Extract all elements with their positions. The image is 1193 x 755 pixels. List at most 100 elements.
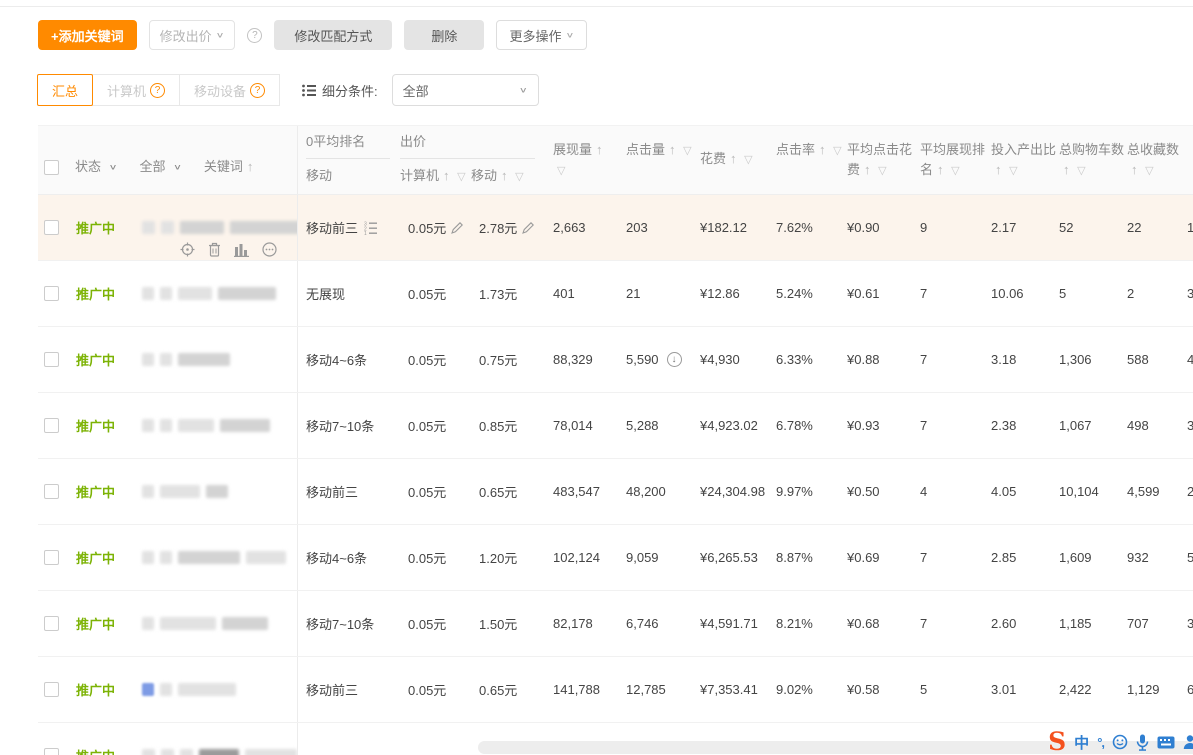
filter-funnel-icon[interactable]: ▽ — [515, 171, 523, 183]
punctuation-icon[interactable]: °, — [1097, 735, 1104, 750]
status-column-header[interactable]: 状态 ∨ — [75, 157, 117, 177]
sort-asc-icon[interactable]: ↑ — [1063, 162, 1070, 177]
total-favorites-column-header[interactable]: 总收藏数↑ ▽ — [1125, 126, 1185, 194]
avg-rank-cell: 移动7~10条 — [297, 591, 400, 656]
avg-impression-rank-cell: 7 — [912, 327, 985, 392]
filter-funnel-icon[interactable]: ▽ — [1009, 165, 1017, 177]
chevron-down-icon: ∨ — [109, 161, 118, 174]
cost-cell: ¥4,923.02 — [696, 393, 772, 458]
keyword-column-header[interactable]: 关键词↑ — [204, 157, 254, 177]
sort-asc-icon[interactable]: ↑ — [1131, 162, 1138, 177]
edit-pencil-icon[interactable] — [522, 222, 534, 234]
avg-click-cost-column-header[interactable]: 平均点击花费↑ ▽ — [845, 126, 912, 194]
clicks-cell: 6,746 — [618, 591, 696, 656]
table-row: 推广中 移动前三 0.05元 0.65元 141,788 12,785 ¥7,3… — [38, 657, 1193, 723]
filter-funnel-icon[interactable]: ▽ — [457, 171, 465, 183]
impressions-cell: 141,788 — [545, 657, 618, 722]
keyword-redacted[interactable] — [142, 617, 268, 630]
help-icon[interactable]: ? — [150, 83, 165, 98]
target-icon[interactable] — [180, 242, 195, 257]
row-checkbox[interactable] — [44, 748, 59, 755]
sort-asc-icon[interactable]: ↑ — [730, 151, 737, 166]
select-all-checkbox[interactable] — [44, 160, 59, 175]
avg-impression-rank-column-header[interactable]: 平均展现排名↑ ▽ — [912, 126, 985, 194]
user-icon[interactable] — [1183, 734, 1193, 750]
sort-asc-icon[interactable]: ↑ — [443, 168, 450, 183]
svg-text:1: 1 — [364, 231, 367, 235]
roi-column-header[interactable]: 投入产出比↑ ▽ — [985, 126, 1057, 194]
ctr-column-header[interactable]: 点击率↑ ▽ — [772, 126, 845, 194]
keyword-redacted[interactable] — [142, 287, 276, 300]
filter-funnel-icon[interactable]: ▽ — [1077, 165, 1085, 177]
sort-asc-icon[interactable]: ↑ — [247, 159, 254, 174]
filter-funnel-icon[interactable]: ▽ — [951, 165, 959, 177]
keyword-redacted[interactable] — [142, 485, 228, 498]
bar-chart-icon[interactable] — [234, 243, 249, 257]
tab-summary[interactable]: 汇总 — [37, 74, 93, 106]
sort-asc-icon[interactable]: ↑ — [819, 142, 826, 157]
row-checkbox[interactable] — [44, 682, 59, 697]
keyword-redacted[interactable] — [142, 551, 286, 564]
more-actions-button[interactable]: 更多操作 ∨ — [496, 20, 587, 50]
delete-button[interactable]: 删除 — [404, 20, 484, 50]
trash-icon[interactable] — [208, 242, 221, 257]
bid-mobile-subheader[interactable]: 移动↑ ▽ — [471, 166, 541, 187]
status-badge: 推广中 — [76, 746, 128, 755]
sort-asc-icon[interactable]: ↑ — [937, 162, 944, 177]
filter-funnel-icon[interactable]: ▽ — [878, 165, 886, 177]
trend-down-circle-icon[interactable]: ↓ — [667, 352, 682, 367]
tab-computer[interactable]: 计算机 ? — [92, 74, 180, 106]
filter-funnel-icon[interactable]: ▽ — [744, 154, 752, 166]
add-keyword-button[interactable]: +添加关键词 — [38, 20, 137, 50]
segment-filter-select[interactable]: 全部 ∨ — [392, 74, 539, 106]
mobile-bid-cell: 0.65元 — [475, 459, 545, 524]
row-hover-actions — [180, 242, 277, 257]
total-carts-column-header[interactable]: 总购物车数↑ ▽ — [1057, 126, 1125, 194]
keyword-redacted[interactable] — [142, 221, 297, 234]
chinese-mode-icon[interactable]: 中 — [1074, 732, 1089, 753]
rank-list-icon[interactable]: 3 2 1 — [364, 221, 377, 235]
ctr-cell: 9.97% — [772, 459, 845, 524]
impressions-column-header[interactable]: 展现量↑ ▽ — [545, 126, 618, 194]
sort-asc-icon[interactable]: ↑ — [669, 142, 676, 157]
sogou-logo[interactable]: S — [1048, 730, 1066, 754]
all-filter-header[interactable]: 全部 ∨ — [139, 157, 181, 177]
tab-mobile-device[interactable]: 移动设备 ? — [179, 74, 280, 106]
row-checkbox[interactable] — [44, 418, 59, 433]
keyword-redacted[interactable] — [142, 419, 270, 432]
help-icon[interactable]: ? — [247, 28, 262, 43]
sort-asc-icon[interactable]: ↑ — [995, 162, 1002, 177]
modify-bid-button[interactable]: 修改出价 ∨ — [149, 20, 236, 50]
row-checkbox[interactable] — [44, 352, 59, 367]
sort-asc-icon[interactable]: ↑ — [864, 162, 871, 177]
row-checkbox[interactable] — [44, 550, 59, 565]
cost-column-header[interactable]: 花费↑ ▽ — [696, 126, 772, 194]
help-icon[interactable]: ? — [250, 83, 265, 98]
row-checkbox[interactable] — [44, 616, 59, 631]
sort-asc-icon[interactable]: ↑ — [596, 142, 603, 157]
filter-funnel-icon[interactable]: ▽ — [833, 145, 841, 157]
keyword-redacted[interactable] — [142, 353, 230, 366]
keyword-redacted[interactable] — [142, 683, 236, 696]
bid-computer-subheader[interactable]: 计算机↑ ▽ — [400, 166, 471, 187]
chevron-down-icon: ∨ — [216, 30, 225, 39]
more-options-icon[interactable] — [262, 242, 277, 257]
avg-rank-cell: 移动4~6条 — [297, 525, 400, 590]
emoji-icon[interactable] — [1112, 734, 1128, 750]
edit-pencil-icon[interactable] — [451, 222, 463, 234]
filter-funnel-icon[interactable]: ▽ — [557, 165, 565, 177]
filter-funnel-icon[interactable]: ▽ — [683, 145, 691, 157]
keyboard-icon[interactable] — [1157, 736, 1175, 749]
row-checkbox[interactable] — [44, 220, 59, 235]
rank-mobile-subheader[interactable]: 移动 — [306, 166, 332, 186]
total-favorites-cell: 498 — [1125, 393, 1185, 458]
mic-icon[interactable] — [1136, 734, 1149, 751]
modify-match-button[interactable]: 修改匹配方式 — [274, 20, 392, 50]
row-checkbox[interactable] — [44, 286, 59, 301]
clicks-column-header[interactable]: 点击量↑ ▽ — [618, 126, 696, 194]
sort-asc-icon[interactable]: ↑ — [501, 168, 508, 183]
row-checkbox[interactable] — [44, 484, 59, 499]
impressions-cell: 401 — [545, 261, 618, 326]
filter-funnel-icon[interactable]: ▽ — [1145, 165, 1153, 177]
keyword-redacted[interactable] — [142, 749, 297, 755]
